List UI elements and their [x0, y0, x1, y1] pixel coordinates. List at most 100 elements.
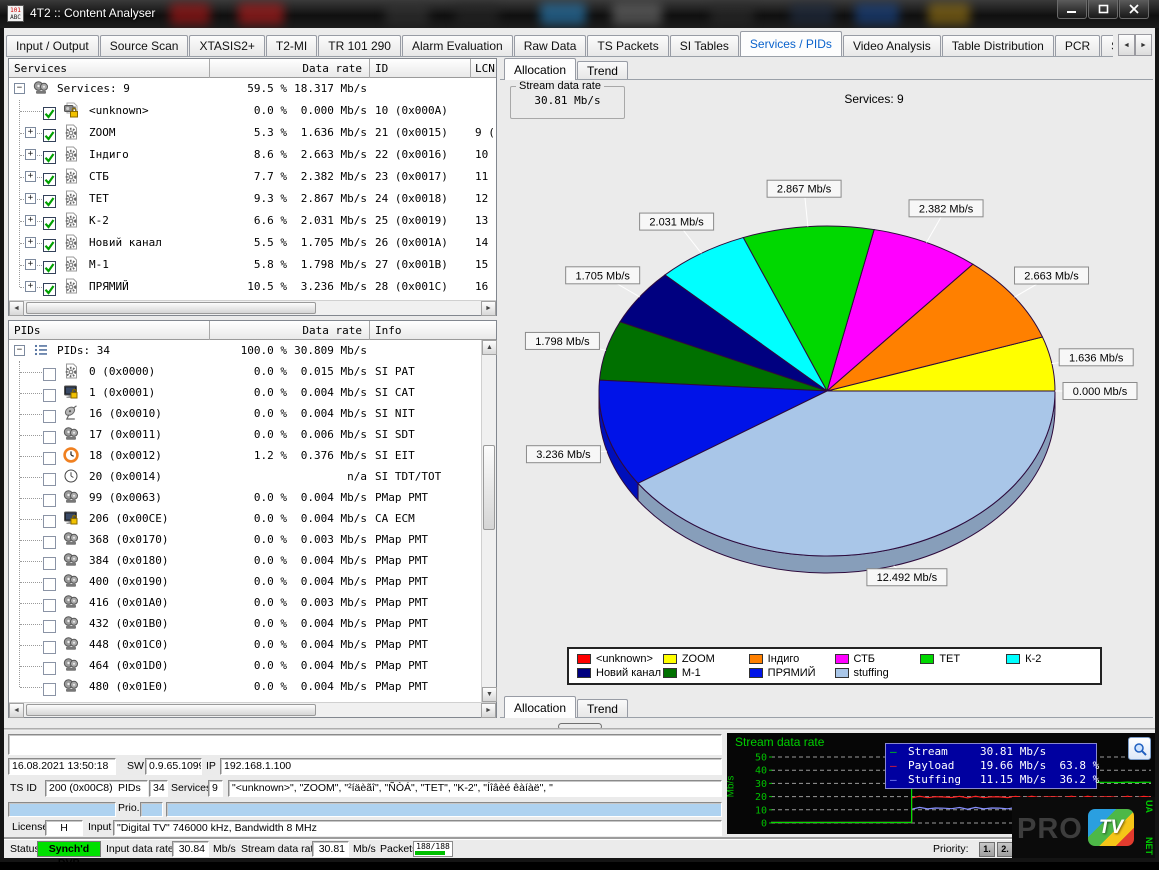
- row-checkbox[interactable]: [43, 554, 56, 567]
- scroll-left-icon[interactable]: ◄: [9, 703, 24, 718]
- pid-row[interactable]: 432 (0x01B0)0.0 %0.004 Mb/sPMap PMT: [9, 613, 481, 634]
- service-row[interactable]: +СТБ7.7 %2.382 Mb/s23 (0x0017)11: [9, 166, 496, 188]
- close-button[interactable]: [1119, 0, 1149, 19]
- pid-row-root[interactable]: −PIDs: 34100.0 %30.809 Mb/s: [9, 340, 481, 361]
- tree-expander[interactable]: +: [25, 193, 36, 204]
- tab-si-tables[interactable]: SI Tables: [670, 35, 739, 56]
- scroll-down-icon[interactable]: ▼: [482, 687, 497, 702]
- tab-video-analysis[interactable]: Video Analysis: [843, 35, 941, 56]
- row-checkbox[interactable]: [43, 617, 56, 630]
- row-checkbox[interactable]: [43, 512, 56, 525]
- row-checkbox[interactable]: [43, 638, 56, 651]
- magnifier-icon[interactable]: [1128, 737, 1151, 760]
- tab-trend[interactable]: Trend: [577, 61, 628, 80]
- row-checkbox[interactable]: [43, 449, 56, 462]
- row-checkbox[interactable]: [43, 575, 56, 588]
- service-row[interactable]: +Новий канал5.5 %1.705 Mb/s26 (0x001A)14: [9, 232, 496, 254]
- row-checkbox[interactable]: [43, 491, 56, 504]
- row-checkbox[interactable]: [43, 280, 56, 293]
- service-row[interactable]: +ТЕТ9.3 %2.867 Mb/s24 (0x0018)12: [9, 188, 496, 210]
- service-row-root[interactable]: −Services: 959.5 %18.317 Mb/s: [9, 78, 496, 100]
- column-header-lcn[interactable]: LCN: [475, 61, 495, 76]
- pid-row[interactable]: 400 (0x0190)0.0 %0.004 Mb/sPMap PMT: [9, 571, 481, 592]
- row-checkbox[interactable]: [43, 680, 56, 693]
- tab-pcr[interactable]: PCR: [1055, 35, 1100, 56]
- row-checkbox[interactable]: [43, 236, 56, 249]
- pids-hscrollbar[interactable]: ◄ ►: [9, 702, 496, 717]
- tab-allocation[interactable]: Allocation: [504, 58, 576, 80]
- row-checkbox[interactable]: [43, 170, 56, 183]
- tab-stream-c[interactable]: Stream C: [1101, 35, 1113, 56]
- column-header-info[interactable]: Info: [375, 323, 402, 338]
- scroll-right-icon[interactable]: ►: [481, 301, 496, 316]
- priority-button-1[interactable]: 1.: [979, 842, 995, 857]
- tab-ts-packets[interactable]: TS Packets: [587, 35, 668, 56]
- scroll-up-icon[interactable]: ▲: [482, 340, 497, 355]
- service-row[interactable]: +Індиго8.6 %2.663 Mb/s22 (0x0016)10: [9, 144, 496, 166]
- pid-row[interactable]: 20 (0x0014)n/aSI TDT/TOT: [9, 466, 481, 487]
- row-checkbox[interactable]: [43, 258, 56, 271]
- pid-row[interactable]: 416 (0x01A0)0.0 %0.003 Mb/sPMap PMT: [9, 592, 481, 613]
- row-checkbox[interactable]: [43, 470, 56, 483]
- priority-button-2[interactable]: 2.: [997, 842, 1013, 857]
- pid-row[interactable]: 206 (0x00CE)0.0 %0.004 Mb/sCA ECM: [9, 508, 481, 529]
- tree-expander[interactable]: +: [25, 259, 36, 270]
- pid-row[interactable]: 464 (0x01D0)0.0 %0.004 Mb/sPMap PMT: [9, 655, 481, 676]
- tab-scroll-right-icon[interactable]: ►: [1135, 34, 1152, 56]
- tab-table-distribution[interactable]: Table Distribution: [942, 35, 1054, 56]
- row-checkbox[interactable]: [43, 386, 56, 399]
- column-header-data-rate[interactable]: Data rate: [214, 61, 362, 76]
- row-checkbox[interactable]: [43, 533, 56, 546]
- tree-expander[interactable]: +: [25, 281, 36, 292]
- row-checkbox[interactable]: [43, 192, 56, 205]
- pid-row[interactable]: 368 (0x0170)0.0 %0.003 Mb/sPMap PMT: [9, 529, 481, 550]
- row-checkbox[interactable]: [43, 148, 56, 161]
- tree-expander[interactable]: +: [25, 127, 36, 138]
- tree-expander[interactable]: +: [25, 237, 36, 248]
- row-checkbox[interactable]: [43, 214, 56, 227]
- row-checkbox[interactable]: [43, 104, 56, 117]
- title-bar[interactable]: 101ABC 4T2 :: Content Analyser: [0, 0, 1159, 28]
- tab-alarm-evaluation[interactable]: Alarm Evaluation: [402, 35, 513, 56]
- pid-row[interactable]: 1 (0x0001)0.0 %0.004 Mb/sSI CAT: [9, 382, 481, 403]
- pid-row[interactable]: 18 (0x0012)1.2 %0.376 Mb/sSI EIT: [9, 445, 481, 466]
- pid-row[interactable]: 16 (0x0010)0.0 %0.004 Mb/sSI NIT: [9, 403, 481, 424]
- pid-row[interactable]: 448 (0x01C0)0.0 %0.004 Mb/sPMap PMT: [9, 634, 481, 655]
- tab-trend[interactable]: Trend: [577, 699, 628, 718]
- row-checkbox[interactable]: [43, 659, 56, 672]
- service-row[interactable]: +ZOOM5.3 %1.636 Mb/s21 (0x0015)9 (: [9, 122, 496, 144]
- row-checkbox[interactable]: [43, 596, 56, 609]
- pid-row[interactable]: 99 (0x0063)0.0 %0.004 Mb/sPMap PMT: [9, 487, 481, 508]
- minimize-button[interactable]: [1057, 0, 1087, 19]
- tab-input-output[interactable]: Input / Output: [6, 35, 99, 56]
- tab-services-pids[interactable]: Services / PIDs: [740, 31, 842, 56]
- tab-t2-mi[interactable]: T2-MI: [266, 35, 317, 56]
- column-header-data-rate[interactable]: Data rate: [214, 323, 362, 338]
- pid-row[interactable]: 480 (0x01E0)0.0 %0.004 Mb/sPMap PMT: [9, 676, 481, 697]
- service-row[interactable]: +ПРЯМИЙ10.5 %3.236 Mb/s28 (0x001C)16: [9, 276, 496, 298]
- tab-raw-data[interactable]: Raw Data: [514, 35, 587, 56]
- service-row[interactable]: +К-26.6 %2.031 Mb/s25 (0x0019)13: [9, 210, 496, 232]
- column-header-pids[interactable]: PIDs: [14, 323, 41, 338]
- tree-expander[interactable]: +: [25, 149, 36, 160]
- scroll-thumb[interactable]: [26, 302, 316, 314]
- tab-tr-101-290[interactable]: TR 101 290: [318, 35, 401, 56]
- service-row[interactable]: <unknown>0.0 %0.000 Mb/s10 (0x000A): [9, 100, 496, 122]
- row-checkbox[interactable]: [43, 428, 56, 441]
- tree-expander[interactable]: −: [14, 83, 25, 94]
- scroll-thumb[interactable]: [26, 704, 316, 716]
- tree-expander[interactable]: +: [25, 215, 36, 226]
- tab-allocation[interactable]: Allocation: [504, 696, 576, 718]
- column-header-services[interactable]: Services: [14, 61, 67, 76]
- pid-row[interactable]: 17 (0x0011)0.0 %0.006 Mb/sSI SDT: [9, 424, 481, 445]
- row-checkbox[interactable]: [43, 407, 56, 420]
- pid-row[interactable]: 384 (0x0180)0.0 %0.004 Mb/sPMap PMT: [9, 550, 481, 571]
- row-checkbox[interactable]: [43, 365, 56, 378]
- tab-xtasis2-[interactable]: XTASIS2+: [189, 35, 264, 56]
- scroll-left-icon[interactable]: ◄: [9, 301, 24, 316]
- scroll-right-icon[interactable]: ►: [481, 703, 496, 718]
- services-hscrollbar[interactable]: ◄ ►: [9, 300, 496, 315]
- maximize-button[interactable]: [1088, 0, 1118, 19]
- pids-vscrollbar[interactable]: ▲ ▼: [481, 340, 496, 702]
- tab-scroll-left-icon[interactable]: ◄: [1118, 34, 1135, 56]
